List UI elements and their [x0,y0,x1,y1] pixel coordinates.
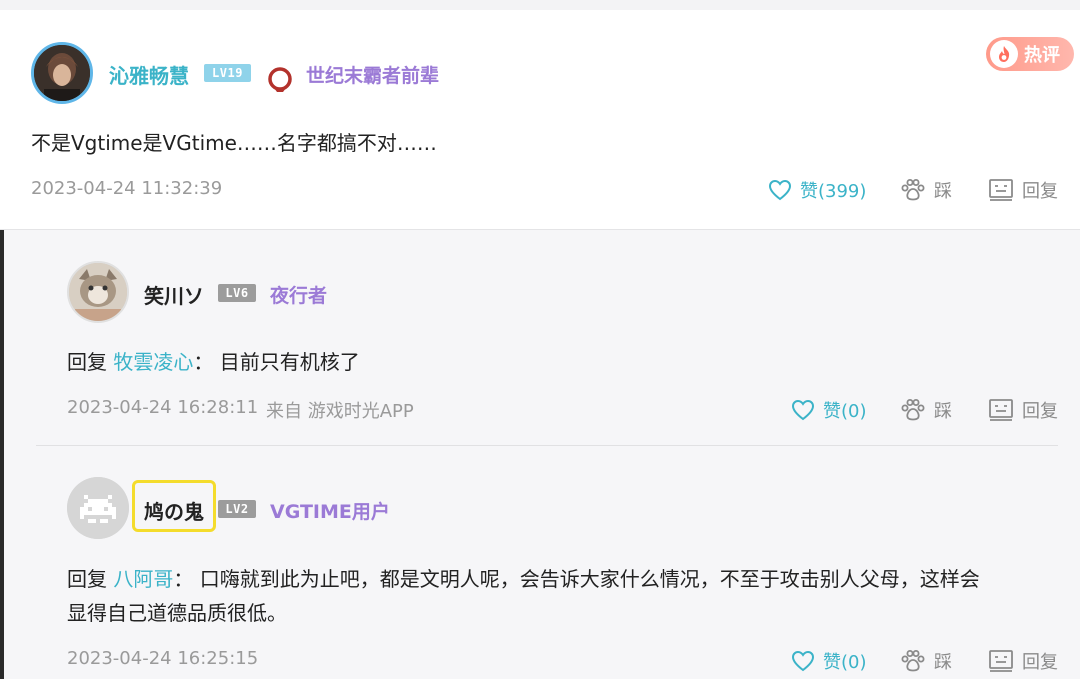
comment-content: 不是Vgtime是VGtime……名字都搞不对…… [31,131,437,155]
like-button[interactable]: 赞(0) [791,397,867,423]
timestamp: 2023-04-24 11:32:39 [31,178,223,199]
reply-label: 回复 [1022,401,1058,422]
reply-button[interactable]: 回复 [988,397,1058,423]
divider [36,445,1058,446]
space-invader-icon [67,477,129,539]
paw-icon [901,179,925,201]
reply-content: 回复 八阿哥： 口嗨就到此为止吧，都是文明人呢，会告诉大家什么情况，不至于攻击别… [67,563,980,592]
flame-icon [990,40,1018,68]
dislike-button[interactable]: 踩 [900,648,952,674]
username[interactable]: 沁雅畅慧 [109,60,189,89]
avatar[interactable] [67,261,129,323]
level-badge: LV6 [218,284,256,302]
mention-link[interactable]: 八阿哥 [113,567,173,591]
reply-separator: ： [173,567,194,591]
user-title: 世纪末霸者前辈 [306,65,440,87]
reply-separator: ： [193,350,214,374]
reply-icon [989,650,1013,672]
dislike-button[interactable]: 踩 [900,177,952,203]
username[interactable]: 鸠の鬼 [144,496,204,525]
like-label: 赞(399) [800,181,867,202]
timestamp: 2023-04-24 16:25:15 [67,648,259,669]
hot-comment-badge: 热评 [986,37,1074,71]
reply-text: 口嗨就到此为止吧，都是文明人呢，会告诉大家什么情况，不至于攻击别人父母，这样会 [199,567,980,591]
paw-icon [901,650,925,672]
dislike-label: 踩 [934,652,952,673]
main-comment-card: 热评 沁雅畅慧 LV19 世纪末霸者前辈 不是Vgtime是VGtime……名字… [0,10,1080,230]
reply-text-continued: 显得自己道德品质很低。 [67,601,287,625]
like-label: 赞(0) [823,652,867,673]
like-button[interactable]: 赞(399) [768,177,866,203]
reply-button[interactable]: 回复 [988,177,1058,203]
reply-prefix: 回复 [67,567,107,591]
username[interactable]: 笑川ソ [144,280,204,309]
top-strip [0,0,1080,10]
reply-prefix: 回复 [67,350,107,374]
user-title: VGTIME用户 [270,501,390,523]
heart-icon [791,650,815,672]
mask-icon [266,66,294,98]
like-button[interactable]: 赞(0) [791,648,867,674]
level-badge: LV19 [204,64,251,82]
reply-icon [989,399,1013,421]
reply-content: 回复 牧雲凌心： 目前只有机核了 [67,346,360,375]
level-badge: LV2 [218,500,256,518]
paw-icon [901,399,925,421]
mention-link[interactable]: 牧雲凌心 [113,350,193,374]
heart-icon [768,179,792,201]
dislike-label: 踩 [934,181,952,202]
avatar[interactable] [31,42,93,104]
like-label: 赞(0) [823,401,867,422]
hot-badge-label: 热评 [1024,45,1060,66]
avatar[interactable] [67,477,129,539]
timestamp: 2023-04-24 16:28:11 [67,397,259,418]
reply-button[interactable]: 回复 [988,648,1058,674]
reply-icon [989,179,1013,201]
heart-icon [791,399,815,421]
reply-label: 回复 [1022,181,1058,202]
user-title: 夜行者 [270,285,328,307]
dislike-label: 踩 [934,401,952,422]
reply-text: 目前只有机核了 [219,350,360,374]
source-label: 来自 游戏时光APP [266,401,414,422]
dislike-button[interactable]: 踩 [900,397,952,423]
reply-label: 回复 [1022,652,1058,673]
